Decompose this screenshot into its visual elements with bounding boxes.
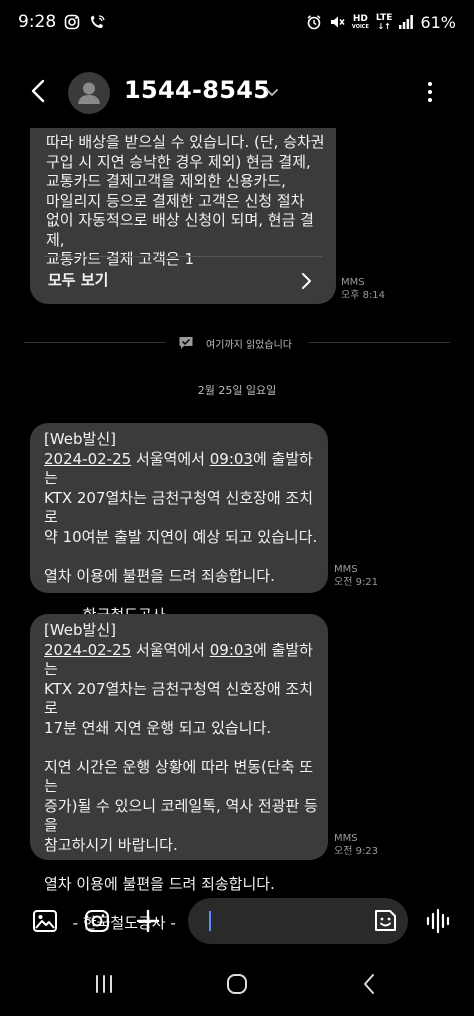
see-all-button[interactable]: 모두 보기	[44, 256, 322, 304]
alarm-icon	[306, 14, 322, 30]
plus-icon	[136, 909, 160, 933]
gallery-button[interactable]	[30, 906, 60, 936]
more-dot	[428, 90, 432, 94]
message-bubble[interactable]: [Web발신] 2024-02-25 서울역에서 09:03에 출발하는 KTX…	[30, 614, 328, 932]
emoji-button[interactable]	[370, 906, 400, 936]
status-bar: 9:28 HD VOICE LTE ↓↑ 61%	[0, 0, 474, 44]
time-link[interactable]: 09:03	[210, 450, 253, 468]
message-text: 따라 배상을 받으실 수 있습니다. (단, 승차권 구입 시 지연 승낙한 경…	[46, 133, 325, 268]
date-link[interactable]: 2024-02-25	[44, 450, 131, 468]
system-nav-bar	[0, 960, 474, 1010]
read-marker-label: 여기까지 읽었습니다	[206, 340, 292, 351]
person-icon	[78, 82, 100, 104]
date-link[interactable]: 2024-02-25	[44, 641, 131, 659]
message-time: 오전 9:21	[334, 577, 379, 588]
more-dot	[428, 98, 432, 102]
message-type: MMS	[341, 277, 365, 288]
message-meta: MMS 오후 8:14	[341, 276, 385, 302]
instagram-icon	[64, 14, 80, 30]
more-dot	[428, 82, 432, 86]
message-bubble[interactable]: [Web발신] 2024-02-25 서울역에서 09:03에 출발하는 KTX…	[30, 423, 328, 624]
conversation-header: 1544-8545	[0, 62, 474, 122]
battery-percent: 61%	[420, 12, 456, 32]
message-bubble[interactable]: 따라 배상을 받으실 수 있습니다. (단, 승차권 구입 시 지연 승낙한 경…	[30, 128, 336, 304]
back-arrow-icon	[31, 79, 45, 103]
back-chevron-icon	[364, 974, 374, 994]
message-input[interactable]	[206, 906, 356, 936]
message-time: 오전 9:23	[334, 846, 379, 857]
voice-button[interactable]	[424, 906, 454, 936]
message-type: MMS	[334, 833, 358, 844]
status-time: 9:28	[18, 12, 57, 32]
recent-apps-button[interactable]	[86, 966, 122, 1002]
home-button[interactable]	[219, 966, 255, 1002]
recent-apps-icon	[96, 975, 112, 993]
system-back-button[interactable]	[352, 966, 388, 1002]
image-icon	[33, 910, 57, 932]
compose-box[interactable]	[188, 898, 408, 944]
message-text: [Web발신] 2024-02-25 서울역에서 09:03에 출발하는 KTX…	[44, 621, 318, 932]
wifi-call-icon	[88, 14, 106, 30]
chevron-right-icon	[302, 273, 311, 289]
chat-check-icon	[179, 337, 193, 349]
camera-icon	[85, 910, 109, 932]
message-type: MMS	[334, 564, 358, 575]
date-separator: 2월 25일 일요일	[197, 384, 277, 397]
time-link[interactable]: 09:03	[210, 641, 253, 659]
divider	[24, 342, 166, 343]
message-text: [Web발신] 2024-02-25 서울역에서 09:03에 출발하는 KTX…	[44, 430, 318, 624]
message-meta: MMS 오전 9:21	[334, 563, 378, 589]
contact-name[interactable]: 1544-8545	[124, 76, 270, 104]
more-options-button[interactable]	[418, 76, 442, 108]
waveform-icon	[426, 908, 450, 934]
signal-icon	[399, 15, 414, 29]
back-button[interactable]	[24, 76, 54, 106]
message-time: 오후 8:14	[341, 290, 386, 301]
message-meta: MMS 오전 9:23	[334, 832, 378, 858]
text-caret	[209, 911, 211, 931]
home-icon	[227, 974, 247, 994]
attach-button[interactable]	[133, 906, 163, 936]
divider	[308, 342, 450, 343]
input-bar	[0, 893, 474, 949]
sticker-icon	[375, 910, 396, 931]
camera-button[interactable]	[82, 906, 112, 936]
hd-voice-icon: HD VOICE	[351, 13, 369, 30]
lte-icon: LTE ↓↑	[375, 12, 393, 31]
chevron-down-icon	[266, 89, 278, 96]
see-all-label: 모두 보기	[48, 270, 109, 289]
avatar[interactable]	[68, 72, 110, 114]
mute-icon	[329, 14, 345, 30]
contact-details-button[interactable]	[262, 82, 282, 102]
read-marker: 여기까지 읽었습니다	[0, 335, 474, 351]
